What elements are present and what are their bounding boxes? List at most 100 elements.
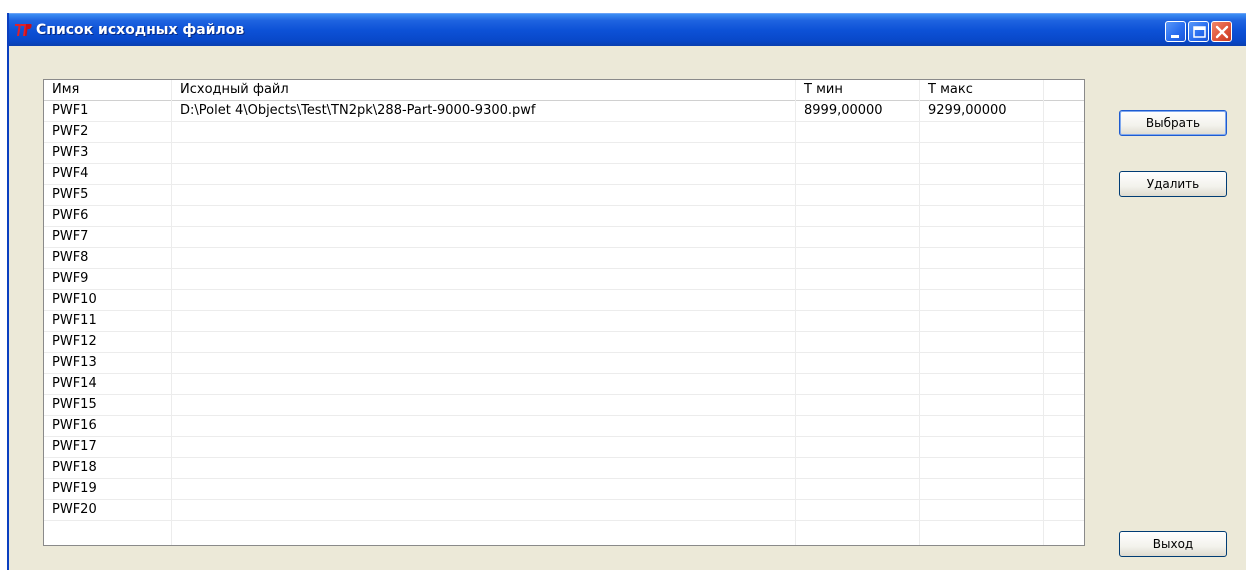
cell-name[interactable]: PWF19 — [44, 479, 171, 500]
table-row[interactable]: PWF19 — [44, 479, 1084, 500]
table-row[interactable]: PWF13 — [44, 353, 1084, 374]
cell-t-max[interactable]: 9299,00000 — [919, 101, 1043, 122]
table-row[interactable]: PWF3 — [44, 143, 1084, 164]
cell-t-min[interactable] — [795, 437, 919, 458]
cell-source-file[interactable] — [171, 458, 795, 479]
cell-t-max[interactable] — [919, 395, 1043, 416]
cell-name[interactable]: PWF5 — [44, 185, 171, 206]
source-files-table[interactable]: Имя Исходный файл Т мин Т макс PWF1 D:\Po… — [43, 79, 1085, 546]
table-row[interactable]: PWF7 — [44, 227, 1084, 248]
cell-source-file[interactable] — [171, 311, 795, 332]
cell-name[interactable]: PWF11 — [44, 311, 171, 332]
column-header-name[interactable]: Имя — [44, 80, 171, 101]
cell-t-max[interactable] — [919, 143, 1043, 164]
column-header-source-file[interactable]: Исходный файл — [171, 80, 795, 101]
cell-source-file[interactable] — [171, 164, 795, 185]
table-row[interactable]: PWF6 — [44, 206, 1084, 227]
cell-t-min[interactable] — [795, 311, 919, 332]
cell-name[interactable]: PWF17 — [44, 437, 171, 458]
cell-t-max[interactable] — [919, 479, 1043, 500]
cell-name[interactable]: PWF1 — [44, 101, 171, 122]
cell-name[interactable]: PWF20 — [44, 500, 171, 521]
cell-t-max[interactable] — [919, 122, 1043, 143]
cell-source-file[interactable] — [171, 500, 795, 521]
cell-t-max[interactable] — [919, 416, 1043, 437]
cell-t-max[interactable] — [919, 332, 1043, 353]
cell-name[interactable]: PWF6 — [44, 206, 171, 227]
cell-name[interactable]: PWF10 — [44, 290, 171, 311]
table-row[interactable]: PWF18 — [44, 458, 1084, 479]
table-row[interactable]: PWF8 — [44, 248, 1084, 269]
table-row[interactable]: PWF5 — [44, 185, 1084, 206]
cell-source-file[interactable] — [171, 269, 795, 290]
column-header-t-max[interactable]: Т макс — [919, 80, 1043, 101]
cell-source-file[interactable] — [171, 374, 795, 395]
cell-t-max[interactable] — [919, 500, 1043, 521]
cell-name[interactable]: PWF3 — [44, 143, 171, 164]
cell-t-min[interactable] — [795, 353, 919, 374]
close-button[interactable] — [1211, 21, 1232, 42]
cell-name[interactable]: PWF16 — [44, 416, 171, 437]
cell-source-file[interactable] — [171, 416, 795, 437]
cell-source-file[interactable] — [171, 353, 795, 374]
cell-name[interactable]: PWF8 — [44, 248, 171, 269]
cell-name[interactable]: PWF2 — [44, 122, 171, 143]
maximize-button[interactable] — [1188, 21, 1209, 42]
delete-button[interactable]: Удалить — [1119, 171, 1227, 197]
cell-t-min[interactable] — [795, 290, 919, 311]
cell-t-min[interactable] — [795, 248, 919, 269]
cell-name[interactable]: PWF15 — [44, 395, 171, 416]
cell-name[interactable]: PWF4 — [44, 164, 171, 185]
cell-source-file[interactable]: D:\Polet 4\Objects\Test\TN2pk\288-Part-9… — [171, 101, 795, 122]
table-row[interactable]: PWF4 — [44, 164, 1084, 185]
cell-name[interactable]: PWF14 — [44, 374, 171, 395]
cell-t-min[interactable] — [795, 269, 919, 290]
cell-t-max[interactable] — [919, 437, 1043, 458]
cell-name[interactable]: PWF18 — [44, 458, 171, 479]
cell-t-min[interactable]: 8999,00000 — [795, 101, 919, 122]
table-row[interactable]: PWF2 — [44, 122, 1084, 143]
cell-t-max[interactable] — [919, 164, 1043, 185]
cell-t-max[interactable] — [919, 353, 1043, 374]
cell-t-min[interactable] — [795, 143, 919, 164]
cell-source-file[interactable] — [171, 248, 795, 269]
cell-t-max[interactable] — [919, 269, 1043, 290]
table-row[interactable]: PWF17 — [44, 437, 1084, 458]
cell-t-max[interactable] — [919, 248, 1043, 269]
cell-name[interactable]: PWF7 — [44, 227, 171, 248]
cell-t-min[interactable] — [795, 332, 919, 353]
cell-t-min[interactable] — [795, 206, 919, 227]
cell-source-file[interactable] — [171, 122, 795, 143]
title-bar[interactable]: Список исходных файлов — [9, 13, 1246, 46]
cell-t-min[interactable] — [795, 227, 919, 248]
table-row[interactable]: PWF20 — [44, 500, 1084, 521]
cell-name[interactable]: PWF12 — [44, 332, 171, 353]
cell-name[interactable]: PWF13 — [44, 353, 171, 374]
table-row[interactable]: PWF11 — [44, 311, 1084, 332]
cell-source-file[interactable] — [171, 395, 795, 416]
column-header-t-min[interactable]: Т мин — [795, 80, 919, 101]
cell-t-min[interactable] — [795, 164, 919, 185]
table-row[interactable]: PWF9 — [44, 269, 1084, 290]
cell-source-file[interactable] — [171, 479, 795, 500]
cell-source-file[interactable] — [171, 332, 795, 353]
cell-t-max[interactable] — [919, 185, 1043, 206]
cell-source-file[interactable] — [171, 206, 795, 227]
cell-t-max[interactable] — [919, 290, 1043, 311]
cell-source-file[interactable] — [171, 437, 795, 458]
table-row[interactable]: PWF14 — [44, 374, 1084, 395]
table-row[interactable]: PWF15 — [44, 395, 1084, 416]
cell-t-max[interactable] — [919, 206, 1043, 227]
cell-t-min[interactable] — [795, 185, 919, 206]
cell-source-file[interactable] — [171, 143, 795, 164]
select-button[interactable]: Выбрать — [1119, 110, 1227, 136]
cell-t-max[interactable] — [919, 458, 1043, 479]
cell-t-max[interactable] — [919, 311, 1043, 332]
cell-t-max[interactable] — [919, 227, 1043, 248]
table-row[interactable]: PWF12 — [44, 332, 1084, 353]
table-row[interactable]: PWF10 — [44, 290, 1084, 311]
cell-name[interactable]: PWF9 — [44, 269, 171, 290]
cell-t-max[interactable] — [919, 374, 1043, 395]
table-row[interactable]: PWF1 D:\Polet 4\Objects\Test\TN2pk\288-Pa… — [44, 101, 1084, 122]
cell-t-min[interactable] — [795, 122, 919, 143]
